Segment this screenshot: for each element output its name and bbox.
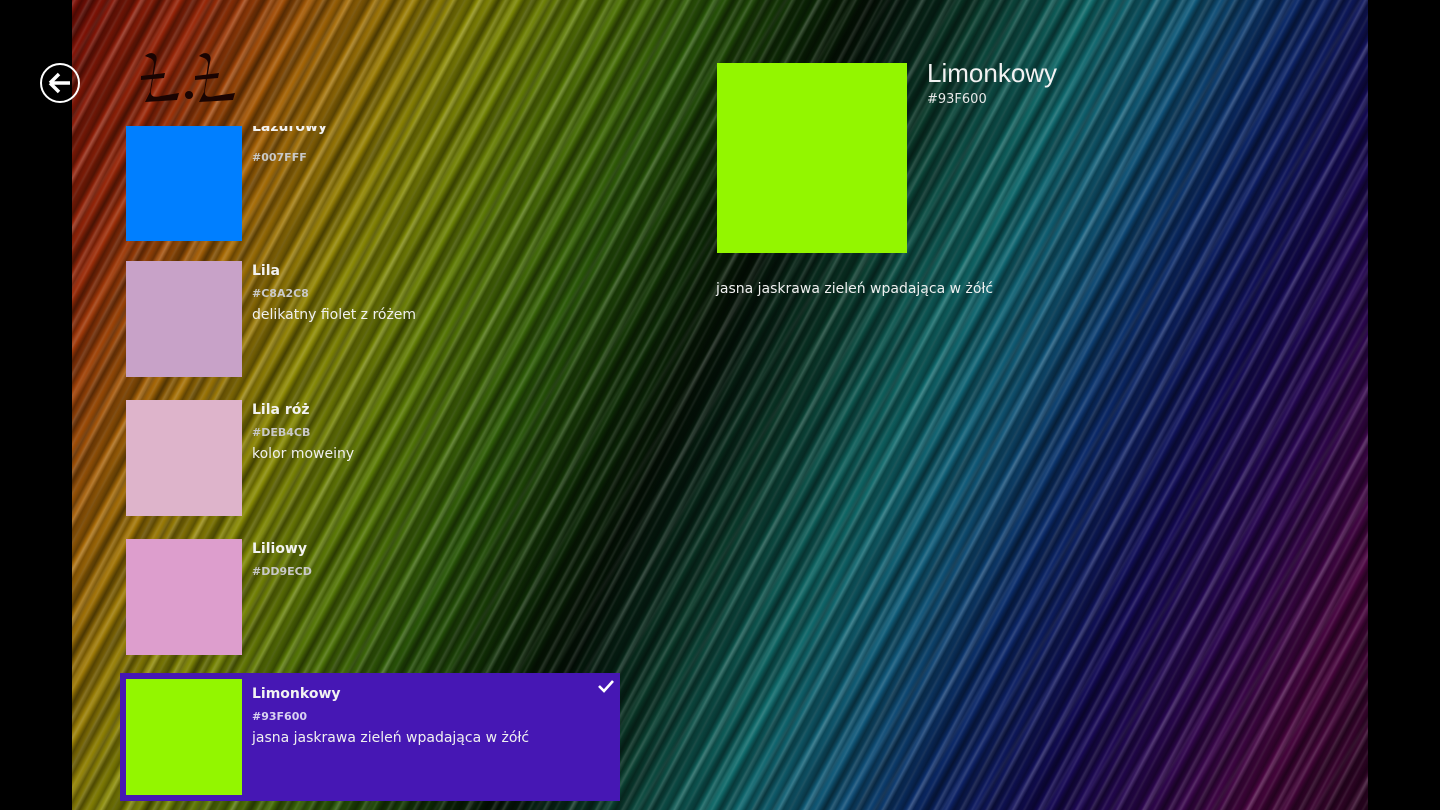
back-arrow-icon (48, 72, 70, 94)
list-item[interactable]: Liliowy #DD9ECD (120, 539, 620, 667)
color-description: jasna jaskrawa zieleń wpadająca w żółć (252, 730, 530, 746)
color-swatch (126, 400, 242, 516)
detail-color-description: jasna jaskrawa zieleń wpadająca w żółć (716, 281, 994, 297)
color-name: Lila (252, 263, 280, 279)
app-window: Lazurowy #007FFF Lila #C8A2C8 delikatny … (0, 0, 1440, 810)
color-hex: #007FFF (252, 151, 307, 164)
color-description: kolor moweiny (252, 446, 355, 462)
color-name: Lila róż (252, 402, 310, 418)
list-item-selected[interactable]: Limonkowy #93F600 jasna jaskrawa zieleń … (120, 673, 620, 801)
detail-color-hex: #93F600 (927, 92, 987, 107)
color-description: delikatny fiolet z różem (252, 307, 417, 323)
color-swatch (126, 679, 242, 795)
color-list[interactable]: Lazurowy #007FFF Lila #C8A2C8 delikatny … (120, 126, 630, 810)
color-hex: #DEB4CB (252, 426, 311, 439)
color-name: Limonkowy (252, 686, 341, 702)
list-item[interactable]: Lazurowy #007FFF (120, 126, 620, 253)
color-name: Liliowy (252, 541, 307, 557)
color-hex: #C8A2C8 (252, 287, 309, 300)
check-icon (598, 680, 614, 693)
color-name: Lazurowy (252, 126, 328, 135)
color-swatch (126, 261, 242, 377)
color-swatch (126, 539, 242, 655)
app-logo (139, 46, 243, 110)
color-swatch (126, 126, 242, 241)
back-button[interactable] (40, 63, 80, 103)
detail-color-name: Limonkowy (927, 58, 1058, 88)
color-hex: #93F600 (252, 710, 307, 723)
list-item[interactable]: Lila #C8A2C8 delikatny fiolet z różem (120, 261, 620, 389)
color-hex: #DD9ECD (252, 565, 312, 578)
detail-color-swatch (717, 63, 907, 253)
list-item[interactable]: Lila róż #DEB4CB kolor moweiny (120, 400, 620, 528)
